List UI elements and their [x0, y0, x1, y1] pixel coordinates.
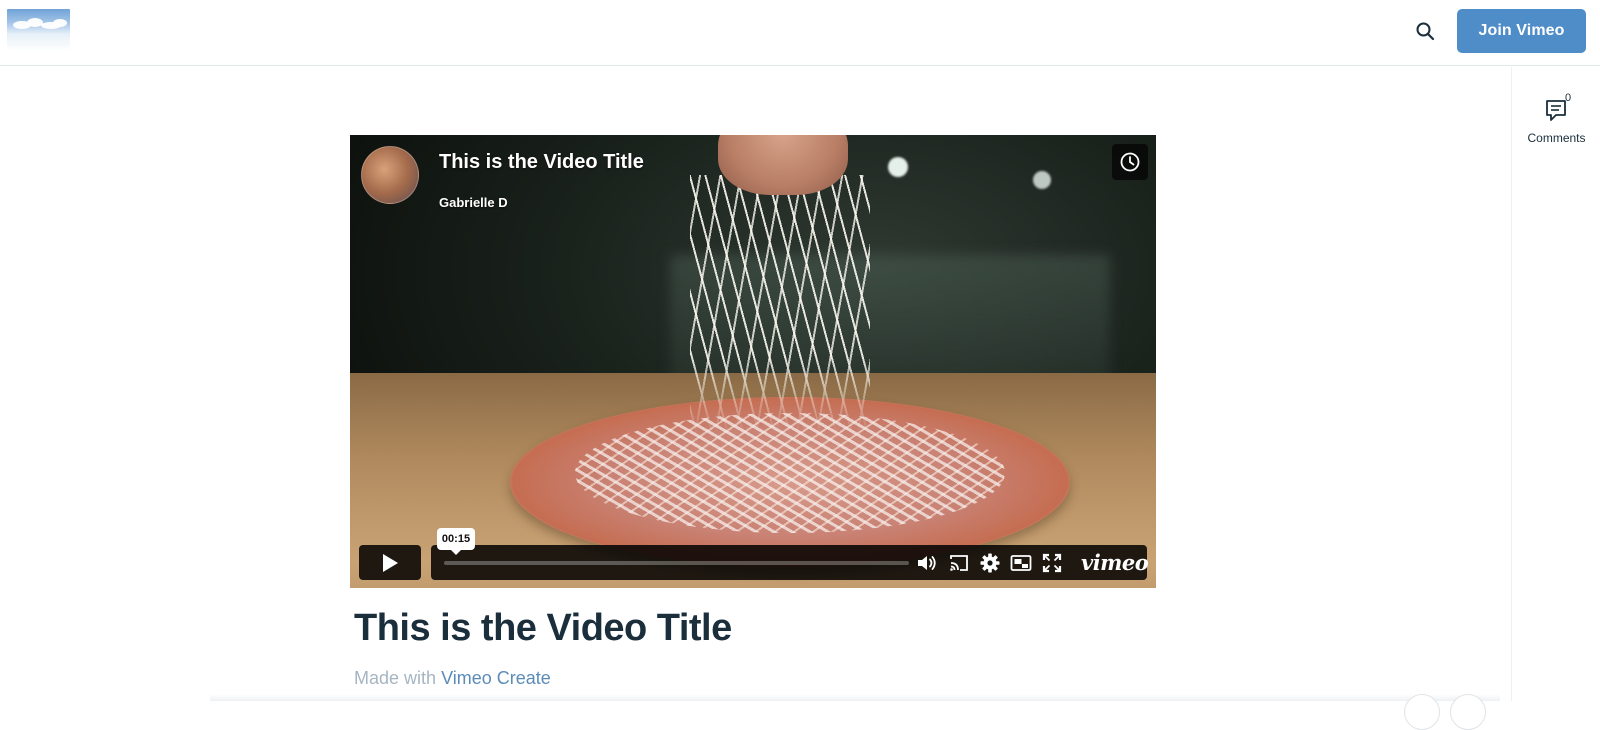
play-button[interactable]	[359, 545, 421, 580]
right-sidebar: 0 Comments	[1511, 67, 1600, 701]
watch-later-button[interactable]	[1112, 144, 1148, 180]
fullscreen-button[interactable]	[1040, 551, 1064, 575]
cast-button[interactable]	[947, 551, 971, 575]
fullscreen-icon	[1042, 553, 1062, 573]
player-controls-bar: 00:15 vimeo	[431, 528, 1149, 580]
vimeo-logo[interactable]: vimeo	[1081, 550, 1149, 575]
video-player[interactable]: This is the Video Title Gabrielle D 00:1…	[350, 135, 1156, 588]
action-button[interactable]	[1450, 694, 1486, 730]
video-author-link[interactable]: Gabrielle D	[439, 195, 508, 210]
volume-button[interactable]	[915, 551, 939, 575]
comments-button[interactable]: 0 Comments	[1512, 92, 1600, 153]
pip-icon	[1010, 555, 1032, 571]
settings-button[interactable]	[978, 551, 1002, 575]
site-logo[interactable]	[7, 9, 70, 51]
cast-icon	[950, 555, 968, 571]
search-button[interactable]	[1413, 19, 1437, 43]
clock-icon	[1120, 152, 1140, 172]
comments-count: 0	[1565, 92, 1572, 104]
search-icon	[1416, 22, 1435, 41]
picture-in-picture-button[interactable]	[1009, 551, 1033, 575]
page-title: This is the Video Title	[354, 607, 732, 649]
join-vimeo-button[interactable]: Join Vimeo	[1457, 9, 1586, 53]
video-title-overlay[interactable]: This is the Video Title	[439, 151, 644, 174]
made-with-prefix: Made with	[354, 668, 437, 688]
vimeo-create-link[interactable]: Vimeo Create	[441, 668, 551, 688]
progress-bar[interactable]: 00:15	[437, 528, 909, 565]
comments-label: Comments	[1527, 131, 1586, 145]
author-avatar[interactable]	[361, 146, 419, 204]
made-with-line: Made with Vimeo Create	[354, 668, 551, 689]
action-button[interactable]	[1404, 694, 1440, 730]
gear-icon	[980, 553, 1000, 573]
time-tooltip: 00:15	[437, 528, 475, 555]
top-navigation-bar: Join Vimeo	[0, 0, 1600, 66]
divider	[210, 694, 1500, 701]
volume-icon	[918, 556, 936, 570]
play-icon	[383, 553, 398, 572]
